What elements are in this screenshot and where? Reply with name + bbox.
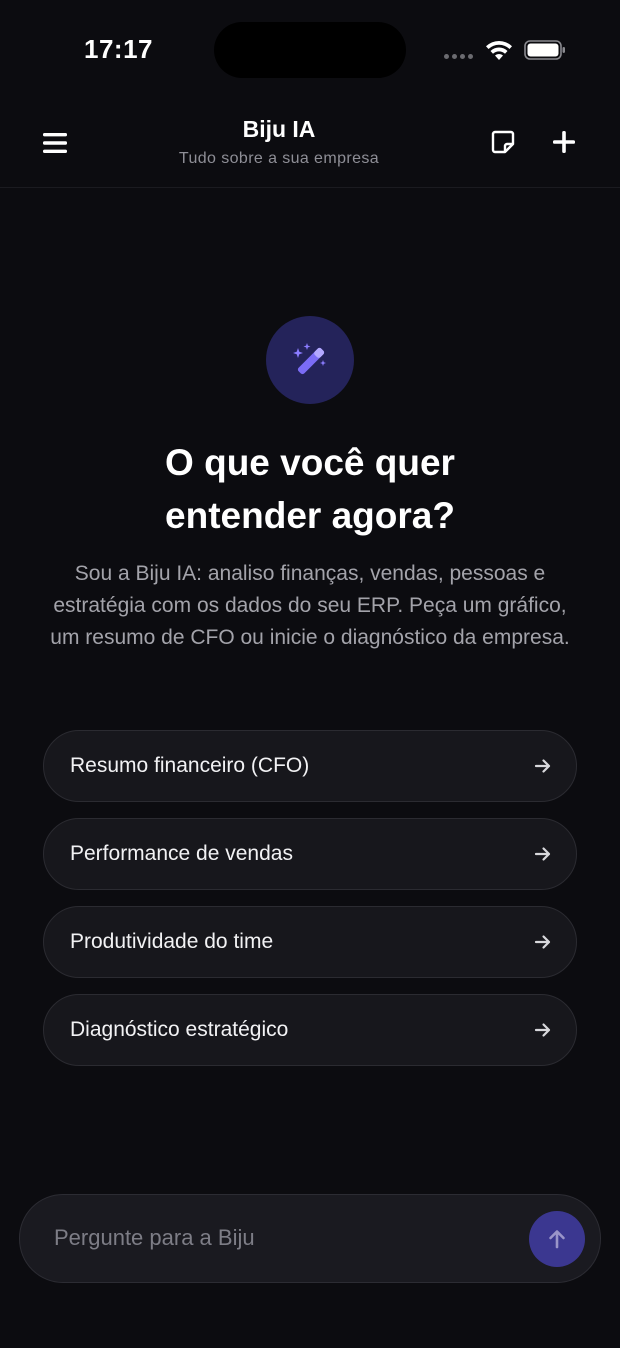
battery-icon (524, 40, 565, 60)
suggestion-list: Resumo financeiro (CFO) Performance de v… (43, 730, 577, 1082)
arrow-right-icon (534, 1023, 551, 1037)
suggestion-label: Performance de vendas (70, 842, 293, 865)
app-header: Biju IA Tudo sobre a sua empresa (0, 100, 620, 188)
arrow-right-icon (534, 935, 551, 949)
plus-icon[interactable] (550, 128, 578, 156)
status-time: 17:17 (84, 34, 153, 64)
headline-line-1: O que você quer (165, 442, 455, 483)
app-title: Biju IA (242, 116, 316, 142)
arrow-up-icon (549, 1230, 565, 1249)
suggestion-label: Diagnóstico estratégico (70, 1018, 289, 1041)
note-icon[interactable] (490, 129, 516, 155)
suggestion-cfo-summary[interactable]: Resumo financeiro (CFO) (43, 730, 577, 802)
send-button[interactable] (529, 1211, 585, 1267)
arrow-right-icon (534, 759, 551, 773)
status-bar: 17:17 (0, 0, 620, 100)
screen: 17:17 Biju IA Tudo sobre a sua empresa O… (0, 0, 620, 1348)
chat-composer (19, 1194, 601, 1283)
magic-wand-icon (266, 316, 354, 404)
suggestion-strategic-diagnosis[interactable]: Diagnóstico estratégico (43, 994, 577, 1066)
cellular-signal-icon (444, 54, 473, 59)
suggestion-label: Resumo financeiro (CFO) (70, 754, 310, 777)
suggestion-label: Produtividade do time (70, 930, 274, 953)
intro-text: Sou a Biju IA: analiso finanças, vendas,… (50, 562, 570, 649)
wifi-icon (486, 40, 512, 60)
dynamic-island (214, 22, 406, 78)
headline-line-2: entender agora? (165, 495, 455, 536)
chat-input[interactable] (54, 1195, 514, 1281)
app-subtitle: Tudo sobre a sua empresa (178, 150, 380, 167)
suggestion-sales-performance[interactable]: Performance de vendas (43, 818, 577, 890)
arrow-right-icon (534, 847, 551, 861)
suggestion-team-productivity[interactable]: Produtividade do time (43, 906, 577, 978)
headline: O que você quer entender agora? (60, 436, 560, 542)
